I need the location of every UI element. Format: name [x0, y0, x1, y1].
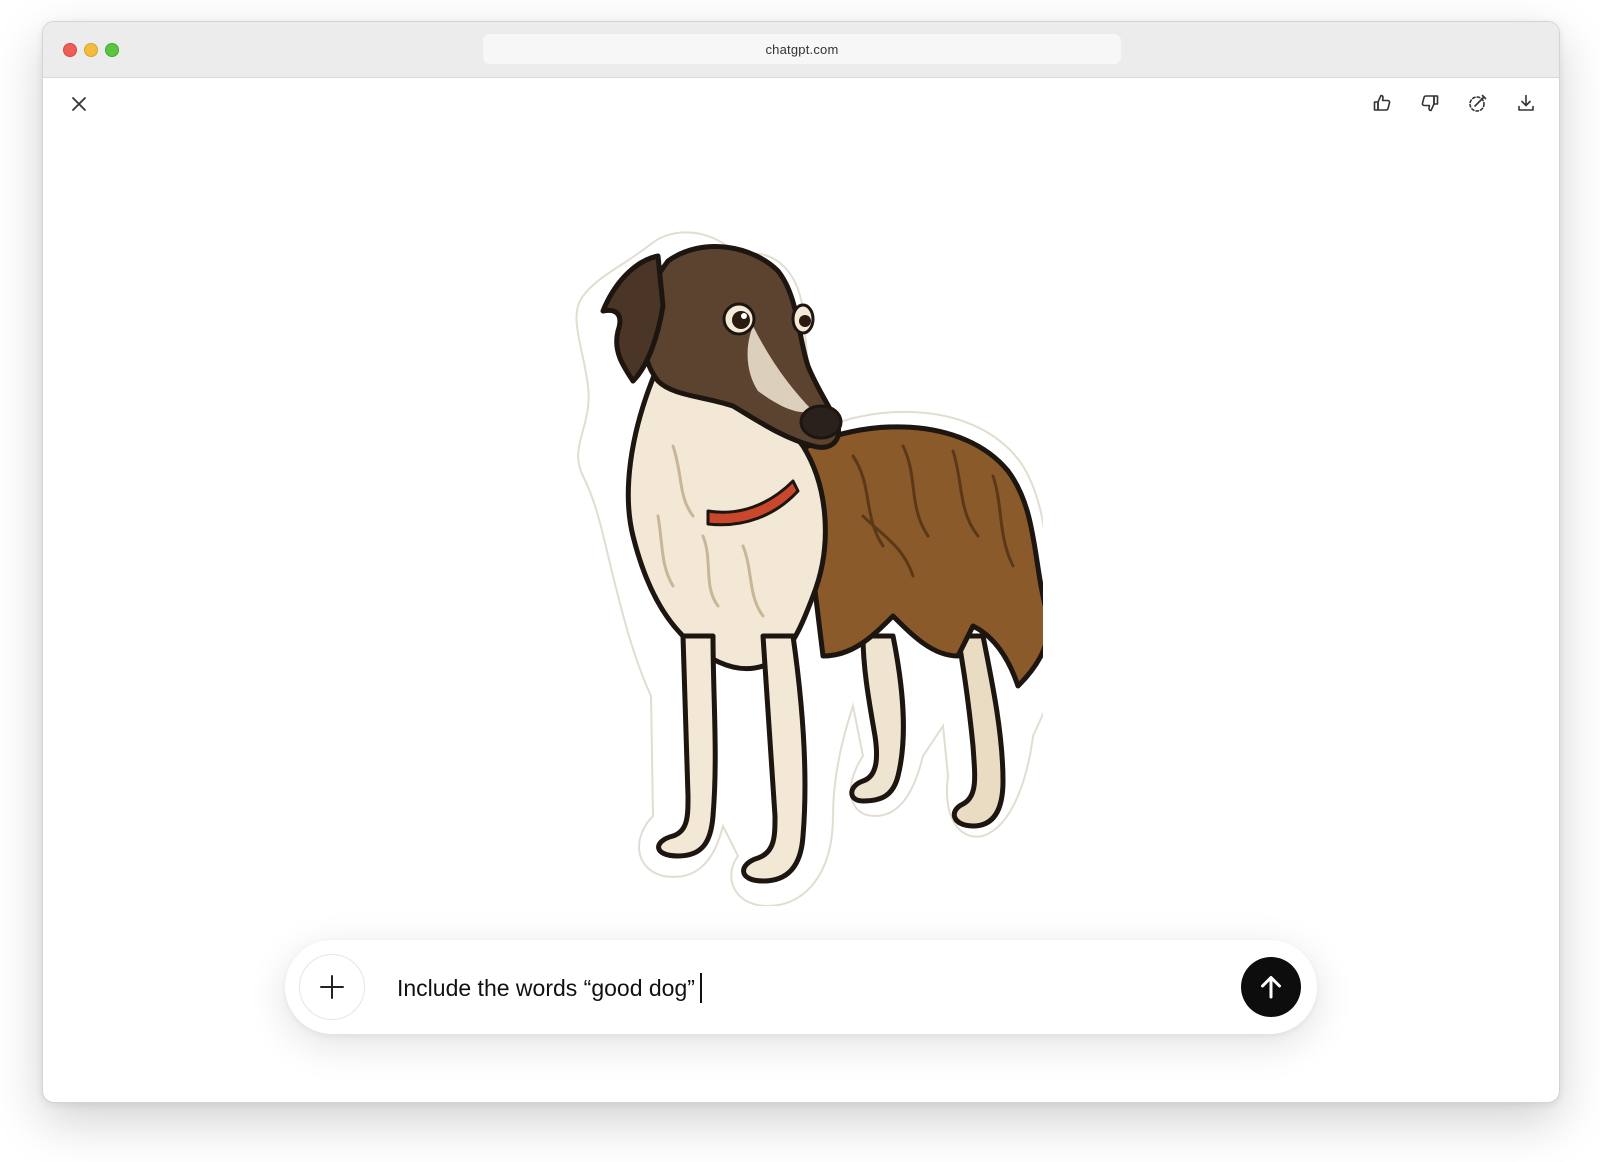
url-text: chatgpt.com	[765, 41, 839, 57]
text-caret	[699, 973, 702, 1003]
thumbs-up-icon	[1373, 94, 1391, 111]
prompt-input-value: Include the words “good dog”	[397, 974, 695, 1001]
arrow-up-icon	[1261, 976, 1281, 999]
close-viewer-button[interactable]	[68, 93, 90, 115]
title-bar: chatgpt.com	[43, 22, 1559, 78]
download-icon	[1518, 94, 1534, 111]
edit-selection-button[interactable]	[1467, 91, 1489, 115]
generated-image[interactable]	[563, 216, 1065, 908]
window-zoom-button[interactable]	[105, 43, 119, 57]
thumbs-up-button[interactable]	[1371, 91, 1393, 115]
edit-selection-icon	[1469, 94, 1487, 112]
borzoi-sticker-illustration	[575, 231, 1065, 908]
attach-button[interactable]	[299, 954, 365, 1020]
close-icon	[72, 97, 86, 111]
thumbs-down-icon	[1421, 95, 1439, 112]
plus-icon	[320, 975, 344, 999]
prompt-input[interactable]: Include the words “good dog”	[397, 973, 702, 1003]
browser-window: chatgpt.com Include the words “good dog”	[42, 21, 1560, 1103]
download-button[interactable]	[1515, 91, 1537, 115]
prompt-composer: Include the words “good dog”	[285, 940, 1317, 1034]
window-close-button[interactable]	[63, 43, 77, 57]
address-bar[interactable]: chatgpt.com	[483, 34, 1121, 64]
dog-nose	[799, 404, 843, 440]
image-toolbar	[1371, 91, 1537, 115]
send-button[interactable]	[1241, 957, 1301, 1017]
thumbs-down-button[interactable]	[1419, 91, 1441, 115]
window-minimize-button[interactable]	[84, 43, 98, 57]
